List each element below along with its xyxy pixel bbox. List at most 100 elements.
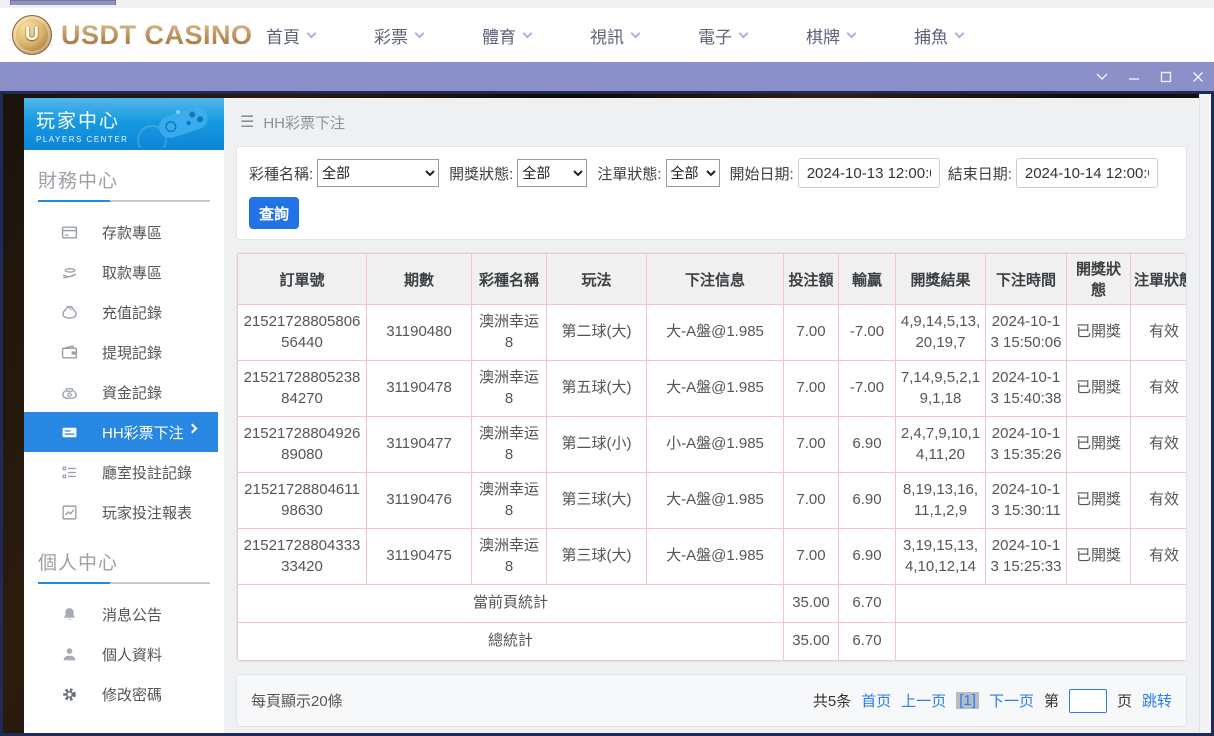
coin-purse-icon	[60, 383, 78, 401]
table-cell: 第三球(大)	[547, 529, 647, 585]
sidebar-item-change-password[interactable]: 修改密碼	[24, 674, 224, 714]
sidebar-item-withdraw[interactable]: 取款專區	[24, 252, 224, 292]
table-cell: 大-A盤@1.985	[647, 473, 784, 529]
summary-empty-cell	[896, 585, 1188, 623]
table-cell: -7.00	[839, 361, 896, 417]
table-cell: 已開獎	[1067, 417, 1131, 473]
sidebar-item-label: 存款專區	[102, 222, 162, 243]
table-row: 2152172880492689080 31190477 澳洲幸运8 第二球(小…	[238, 417, 1188, 473]
summary-empty-cell	[896, 623, 1188, 661]
table-cell: 2152172880461198630	[238, 473, 367, 529]
col-header: 玩法	[547, 254, 647, 305]
chevron-down-icon	[955, 28, 965, 38]
sidebar-item-hh-lottery-bets[interactable]: HH彩票下注	[24, 412, 218, 452]
table-cell: 大-A盤@1.985	[647, 305, 784, 361]
col-header: 下注時間	[986, 254, 1067, 305]
table-cell: 2152172880433333420	[238, 529, 367, 585]
table-cell: 有效	[1131, 417, 1188, 473]
prev-page-link[interactable]: 上一页	[901, 690, 946, 711]
col-header: 注單狀態	[1131, 254, 1188, 305]
jump-button[interactable]: 跳转	[1142, 690, 1172, 711]
table-cell: 7.00	[784, 305, 839, 361]
minimize-icon[interactable]	[1127, 70, 1140, 83]
site-logo[interactable]: U USDT CASINO	[12, 15, 253, 55]
nav-item-fishing[interactable]: 捕魚	[914, 23, 963, 48]
chevron-down-icon[interactable]	[1095, 70, 1108, 83]
table-cell: 澳洲幸运8	[472, 361, 547, 417]
draw-status-label: 開獎狀態:	[449, 163, 513, 184]
hand-money-icon	[60, 263, 78, 281]
table-cell: 澳洲幸运8	[472, 473, 547, 529]
order-status-select[interactable]: 全部	[666, 159, 720, 187]
order-status-label: 注單狀態:	[597, 163, 661, 184]
search-button[interactable]: 查詢	[249, 197, 299, 229]
table-cell: 3,19,15,13,4,10,12,14	[896, 529, 986, 585]
table-cell: 2024-10-13 15:50:06	[986, 305, 1067, 361]
main-nav: 首頁 彩票 體育 視訊 電子 棋牌 捕魚	[266, 8, 963, 62]
summary-label: 當前頁統計	[238, 585, 784, 623]
summary-win-loss: 6.70	[839, 585, 896, 623]
sidebar-item-player-bet-report[interactable]: 玩家投注報表	[24, 492, 224, 532]
bets-table-panel: 訂單號 期數 彩種名稱 玩法 下注信息 投注額 輸贏 開獎結果 下注時間 開獎狀…	[236, 252, 1187, 662]
sidebar-item-label: 廳室投註記錄	[102, 462, 192, 483]
table-cell: 2024-10-13 15:35:26	[986, 417, 1067, 473]
col-header: 訂單號	[238, 254, 367, 305]
col-header: 下注信息	[647, 254, 784, 305]
sidebar-item-funds-record[interactable]: 資金記錄	[24, 372, 224, 412]
coin-logo-icon: U	[12, 15, 52, 55]
col-header: 彩種名稱	[472, 254, 547, 305]
draw-status-select[interactable]: 全部	[517, 159, 587, 187]
section-title-agent: 代理中心	[38, 730, 224, 733]
nav-item-electronic[interactable]: 電子	[698, 23, 747, 48]
table-header-row: 訂單號 期數 彩種名稱 玩法 下注信息 投注額 輸贏 開獎結果 下注時間 開獎狀…	[238, 254, 1188, 305]
page-jump-input[interactable]	[1069, 689, 1107, 713]
sidebar-item-label: HH彩票下注	[102, 422, 184, 443]
bell-icon	[60, 605, 78, 623]
nav-label: 電子	[698, 23, 732, 48]
chevron-down-icon	[739, 28, 749, 38]
start-date-input[interactable]	[798, 158, 940, 188]
table-cell: 31190480	[367, 305, 472, 361]
nav-label: 首頁	[266, 23, 300, 48]
sidebar-item-profile[interactable]: 個人資料	[24, 634, 224, 674]
person-icon	[60, 645, 78, 663]
sidebar-item-deposit[interactable]: 存款專區	[24, 212, 224, 252]
nav-item-video[interactable]: 視訊	[590, 23, 639, 48]
sidebar-item-hall-bet-record[interactable]: 廳室投註記錄	[24, 452, 224, 492]
close-icon[interactable]	[1191, 70, 1204, 83]
lottery-name-select[interactable]: 全部	[317, 159, 439, 187]
nav-item-home[interactable]: 首頁	[266, 23, 315, 48]
page-size-text: 每頁顯示20條	[251, 690, 343, 711]
current-page-indicator[interactable]: [1]	[956, 692, 979, 709]
chevron-down-icon	[847, 28, 857, 38]
maximize-icon[interactable]	[1159, 70, 1172, 83]
end-date-input[interactable]	[1016, 158, 1158, 188]
first-page-link[interactable]: 首页	[861, 690, 891, 711]
nav-item-sports[interactable]: 體育	[482, 23, 531, 48]
chevron-down-icon	[307, 28, 317, 38]
table-cell: 6.90	[839, 417, 896, 473]
nav-item-chess[interactable]: 棋牌	[806, 23, 855, 48]
table-cell: 澳洲幸运8	[472, 305, 547, 361]
jump-suffix-label: 页	[1117, 690, 1132, 711]
col-header: 輸贏	[839, 254, 896, 305]
next-page-link[interactable]: 下一页	[989, 690, 1034, 711]
page-title: HH彩票下注	[263, 112, 345, 133]
sidebar-item-recharge-record[interactable]: 充值記錄	[24, 292, 224, 332]
end-date-label: 結束日期:	[948, 163, 1012, 184]
table-cell: 7,14,9,5,2,19,1,18	[896, 361, 986, 417]
table-cell: 大-A盤@1.985	[647, 529, 784, 585]
nav-item-lottery[interactable]: 彩票	[374, 23, 423, 48]
table-cell: 6.90	[839, 529, 896, 585]
ticket-icon	[60, 423, 78, 441]
sidebar-item-withdrawal-record[interactable]: 提現記錄	[24, 332, 224, 372]
table-cell: 2024-10-13 15:40:38	[986, 361, 1067, 417]
browser-tab[interactable]	[10, 0, 116, 5]
scrollbar[interactable]	[1199, 94, 1211, 733]
sidebar-item-label: 玩家投注報表	[102, 502, 192, 523]
table-cell: 2152172880580656440	[238, 305, 367, 361]
section-divider	[38, 200, 210, 202]
menu-icon[interactable]: ☰	[240, 112, 254, 132]
sidebar-item-announcements[interactable]: 消息公告	[24, 594, 224, 634]
table-cell: 6.90	[839, 473, 896, 529]
